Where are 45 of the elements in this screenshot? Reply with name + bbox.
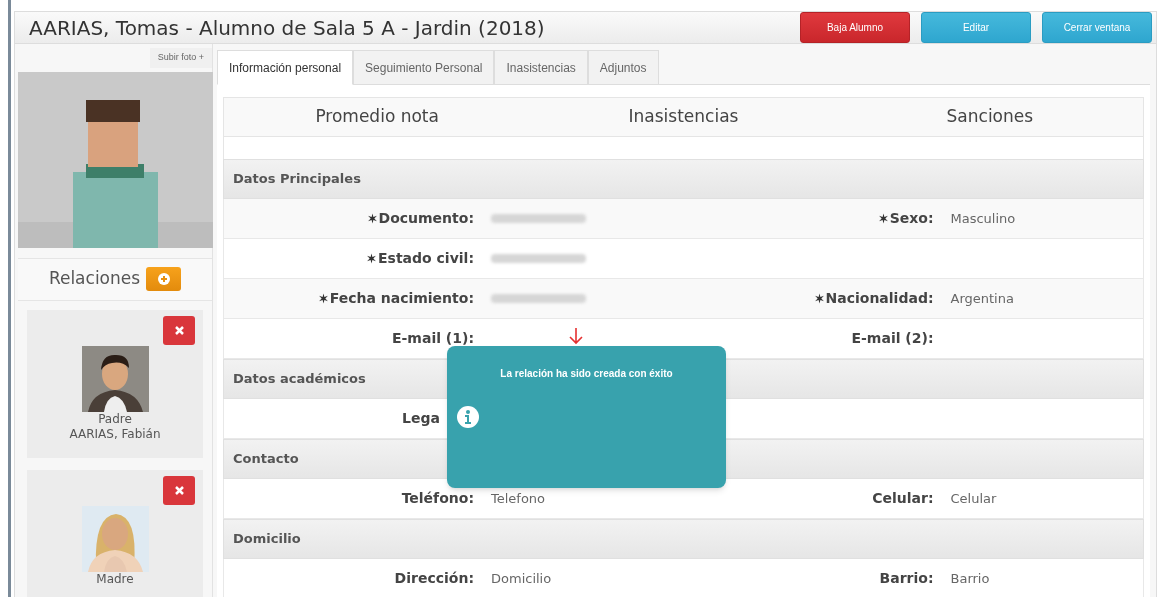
field-value: Argentina [950,290,1014,306]
upload-photo-button[interactable]: Subir foto + [149,48,212,68]
field-label: E-mail (2): [851,330,934,346]
summary-heading: Inasistencias [628,105,739,129]
tab[interactable]: Inasistencias [494,50,588,85]
field-label: Fecha nacimiento: [317,290,474,306]
relation-name: AARIAS, Fabián [69,426,161,442]
info-icon [457,406,479,428]
tab[interactable]: Seguimiento Personal [353,50,495,85]
section-title: Datos académicos [233,370,366,389]
add-relation-button[interactable] [146,267,182,291]
summary-heading: Promedio nota [315,105,439,129]
close-icon [174,485,184,495]
field-value: Masculino [950,210,1016,226]
header-button[interactable]: Baja Alumno [800,12,910,43]
field-value: Barrio [950,570,990,586]
tab[interactable]: Información personal [217,50,354,85]
field-label: Estado civil: [366,250,474,266]
plus-icon [157,273,170,285]
remove-relation-button[interactable] [163,315,195,345]
field-label: Sexo: [877,210,934,226]
relation-role: Madre [96,571,134,587]
window-title: AARIAS, Tomas - Alumno de Sala 5 A - Jardin (2018) [29,14,545,42]
section-title: Domicilio [233,530,301,549]
toast-message: La relación ha sido creada con éxito [500,367,673,381]
summary-heading: Sanciones [946,105,1034,129]
section-title: Contacto [233,450,299,469]
field-label: Barrio: [879,570,934,586]
field-value: Domicilio [491,570,552,586]
field-label: Celular: [872,490,934,506]
section-title: Datos Principales [233,170,361,189]
relation-role: Padre [98,411,132,427]
relations-heading: Relaciones [48,267,141,291]
field-label: Lega [402,410,440,426]
field-label: Teléfono: [401,490,474,506]
arrow-down-icon [569,328,583,345]
tab[interactable]: Adjuntos [587,50,659,85]
field-value: Telefono [491,490,546,506]
field-label: Documento: [366,210,474,226]
remove-relation-button[interactable] [163,475,195,505]
field-label: E-mail (1): [391,330,474,346]
field-value: Celular [950,490,997,506]
field-label: Nacionalidad: [813,290,934,306]
close-icon [174,325,184,335]
field-label: Dirección: [394,570,474,586]
